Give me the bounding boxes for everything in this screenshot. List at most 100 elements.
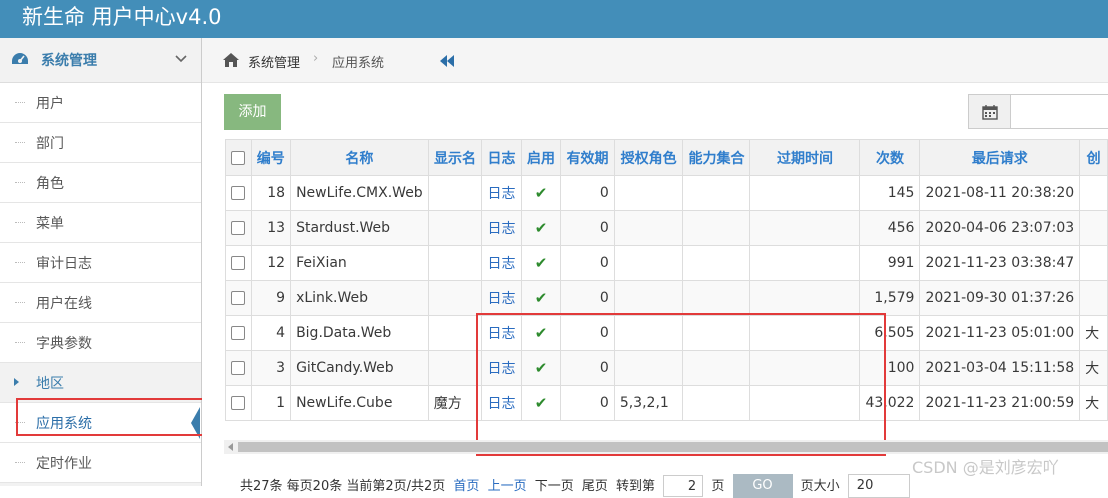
horizontal-scrollbar[interactable] xyxy=(224,440,1108,454)
log-link[interactable]: 日志 xyxy=(488,186,516,202)
caret-right-icon xyxy=(14,378,19,386)
scrollbar-thumb[interactable] xyxy=(238,442,1108,452)
pager-first[interactable]: 首页 xyxy=(453,479,479,494)
sidebar-item[interactable]: 定时作业 xyxy=(0,443,201,483)
row-select-cell[interactable] xyxy=(225,315,252,351)
pager-size-select[interactable]: 20 xyxy=(847,474,910,498)
sidebar-item[interactable]: 地区 xyxy=(0,363,201,403)
sidebar-item[interactable]: 用户在线 xyxy=(0,283,201,323)
sidebar-item-label: 定时作业 xyxy=(36,456,92,472)
row-checkbox[interactable] xyxy=(231,221,246,235)
collapse-sidebar-icon[interactable] xyxy=(440,55,454,67)
row-select-cell[interactable] xyxy=(225,385,252,421)
cell-value: 2021-11-23 21:00:59 xyxy=(925,395,1075,411)
cell-count: 991 xyxy=(859,245,921,281)
sidebar-item-label: 菜单 xyxy=(36,216,64,232)
cell-value: 13 xyxy=(267,220,286,236)
pagination: 共27条 每页20条 当前第2页/共2页 首页 上一页 下一页 尾页 转到第 2… xyxy=(240,474,914,498)
sidebar-item[interactable]: 菜单 xyxy=(0,203,201,243)
app-title[interactable]: 新生命 用户中心v4.0 xyxy=(22,3,222,31)
cell-display xyxy=(427,315,483,351)
breadcrumb-separator: › xyxy=(313,51,319,66)
column-header[interactable]: 授权角色 xyxy=(613,139,684,176)
cell-log: 日志 xyxy=(481,245,522,281)
add-button[interactable]: 添加 xyxy=(224,94,281,130)
check-icon: ✔ xyxy=(534,289,548,307)
row-checkbox[interactable] xyxy=(231,326,246,340)
table-row[interactable]: 12 FeiXian 日志 ✔ 0 991 2021-11-23 03:38:47 xyxy=(225,245,1108,281)
sidebar-item-label: 用户 xyxy=(36,96,64,112)
column-header[interactable]: 最后请求 xyxy=(919,139,1081,176)
tree-connector xyxy=(15,302,25,303)
date-picker-button[interactable] xyxy=(968,94,1011,129)
cell-display xyxy=(427,280,483,316)
sidebar-item[interactable]: 字典参数 xyxy=(0,323,201,363)
select-all-header[interactable] xyxy=(225,139,252,176)
cell-log: 日志 xyxy=(481,175,522,211)
row-select-cell[interactable] xyxy=(225,245,252,281)
table-row[interactable]: 18 NewLife.CMX.Web 日志 ✔ 0 145 2021-08-11 20:38… xyxy=(225,175,1108,211)
row-select-cell[interactable] xyxy=(225,175,252,211)
log-link[interactable]: 日志 xyxy=(488,221,516,237)
cell-id: 12 xyxy=(250,245,292,281)
column-header[interactable]: 有效期 xyxy=(560,139,615,176)
cell-expire xyxy=(749,280,861,316)
cell-last: 2021-11-23 03:38:47 xyxy=(919,245,1081,281)
pager-summary: 共27条 每页20条 当前第2页/共2页 xyxy=(240,478,446,494)
tree-connector xyxy=(15,182,25,183)
row-select-cell[interactable] xyxy=(225,210,252,246)
cell-value: 大 xyxy=(1085,396,1100,412)
column-header[interactable]: 名称 xyxy=(290,139,429,176)
calendar-icon xyxy=(982,105,998,120)
row-checkbox[interactable] xyxy=(231,186,246,200)
pager-last[interactable]: 尾页 xyxy=(582,479,608,494)
cell-value: 1 xyxy=(276,395,286,411)
row-checkbox[interactable] xyxy=(231,291,246,305)
cell-value: 100 xyxy=(887,360,915,376)
sidebar-section-header[interactable]: 系统管理 xyxy=(0,38,201,83)
table-row[interactable]: 9 xLink.Web 日志 ✔ 0 1,579 2021-09-30 01:37:26 xyxy=(225,280,1108,316)
cell-extra: 大 xyxy=(1079,350,1108,386)
row-checkbox[interactable] xyxy=(231,256,246,270)
highlight-box-sidebar xyxy=(16,398,209,436)
pager-prev[interactable]: 上一页 xyxy=(488,479,527,494)
column-header[interactable]: 能力集合 xyxy=(682,139,751,176)
column-header[interactable]: 启用 xyxy=(520,139,562,176)
sidebar-item-label: 用户在线 xyxy=(36,296,92,312)
sidebar-item[interactable]: 角色 xyxy=(0,163,201,203)
breadcrumb-parent[interactable]: 系统管理 xyxy=(248,52,300,71)
scroll-left-icon[interactable] xyxy=(228,443,233,451)
column-header[interactable]: 日志 xyxy=(481,139,522,176)
sidebar-item[interactable]: 部门 xyxy=(0,123,201,163)
column-header[interactable]: 过期时间 xyxy=(749,139,861,176)
column-header[interactable]: 次数 xyxy=(859,139,921,176)
home-icon[interactable] xyxy=(222,52,240,68)
cell-extra xyxy=(1079,280,1108,316)
cell-last: 2021-03-04 15:11:58 xyxy=(919,350,1081,386)
pager-goto-input[interactable]: 2 xyxy=(663,475,704,497)
log-link[interactable]: 日志 xyxy=(488,256,516,272)
pager-go-button[interactable]: GO xyxy=(732,474,793,498)
tree-connector xyxy=(15,222,25,223)
cell-name: GitCandy.Web xyxy=(290,350,429,386)
log-link[interactable]: 日志 xyxy=(488,291,516,307)
cell-value: 2021-11-23 05:01:00 xyxy=(925,325,1075,341)
sidebar-item[interactable]: 用户 xyxy=(0,83,201,123)
cell-last: 2020-04-06 23:07:03 xyxy=(919,210,1081,246)
pager-next[interactable]: 下一页 xyxy=(535,479,574,494)
sidebar-item[interactable]: 审计日志 xyxy=(0,243,201,283)
cell-roles xyxy=(613,210,684,246)
row-select-cell[interactable] xyxy=(225,350,252,386)
main-content: 系统管理 › 应用系统 添加 编号 名称 显示名 日志 启用 有效期 授权角色 能力集合 过期时… xyxy=(202,38,1108,498)
column-header[interactable]: 显示名 xyxy=(427,139,483,176)
select-all-checkbox[interactable] xyxy=(231,150,246,165)
cell-display xyxy=(427,175,483,211)
column-header[interactable]: 创 xyxy=(1079,139,1108,176)
row-checkbox[interactable] xyxy=(231,361,246,375)
cell-value: Big.Data.Web xyxy=(296,325,392,341)
row-checkbox[interactable] xyxy=(231,396,246,410)
table-row[interactable]: 13 Stardust.Web 日志 ✔ 0 456 2020-04-06 23:07:03 xyxy=(225,210,1108,246)
date-input[interactable] xyxy=(1010,94,1108,129)
row-select-cell[interactable] xyxy=(225,280,252,316)
column-header[interactable]: 编号 xyxy=(250,139,292,176)
